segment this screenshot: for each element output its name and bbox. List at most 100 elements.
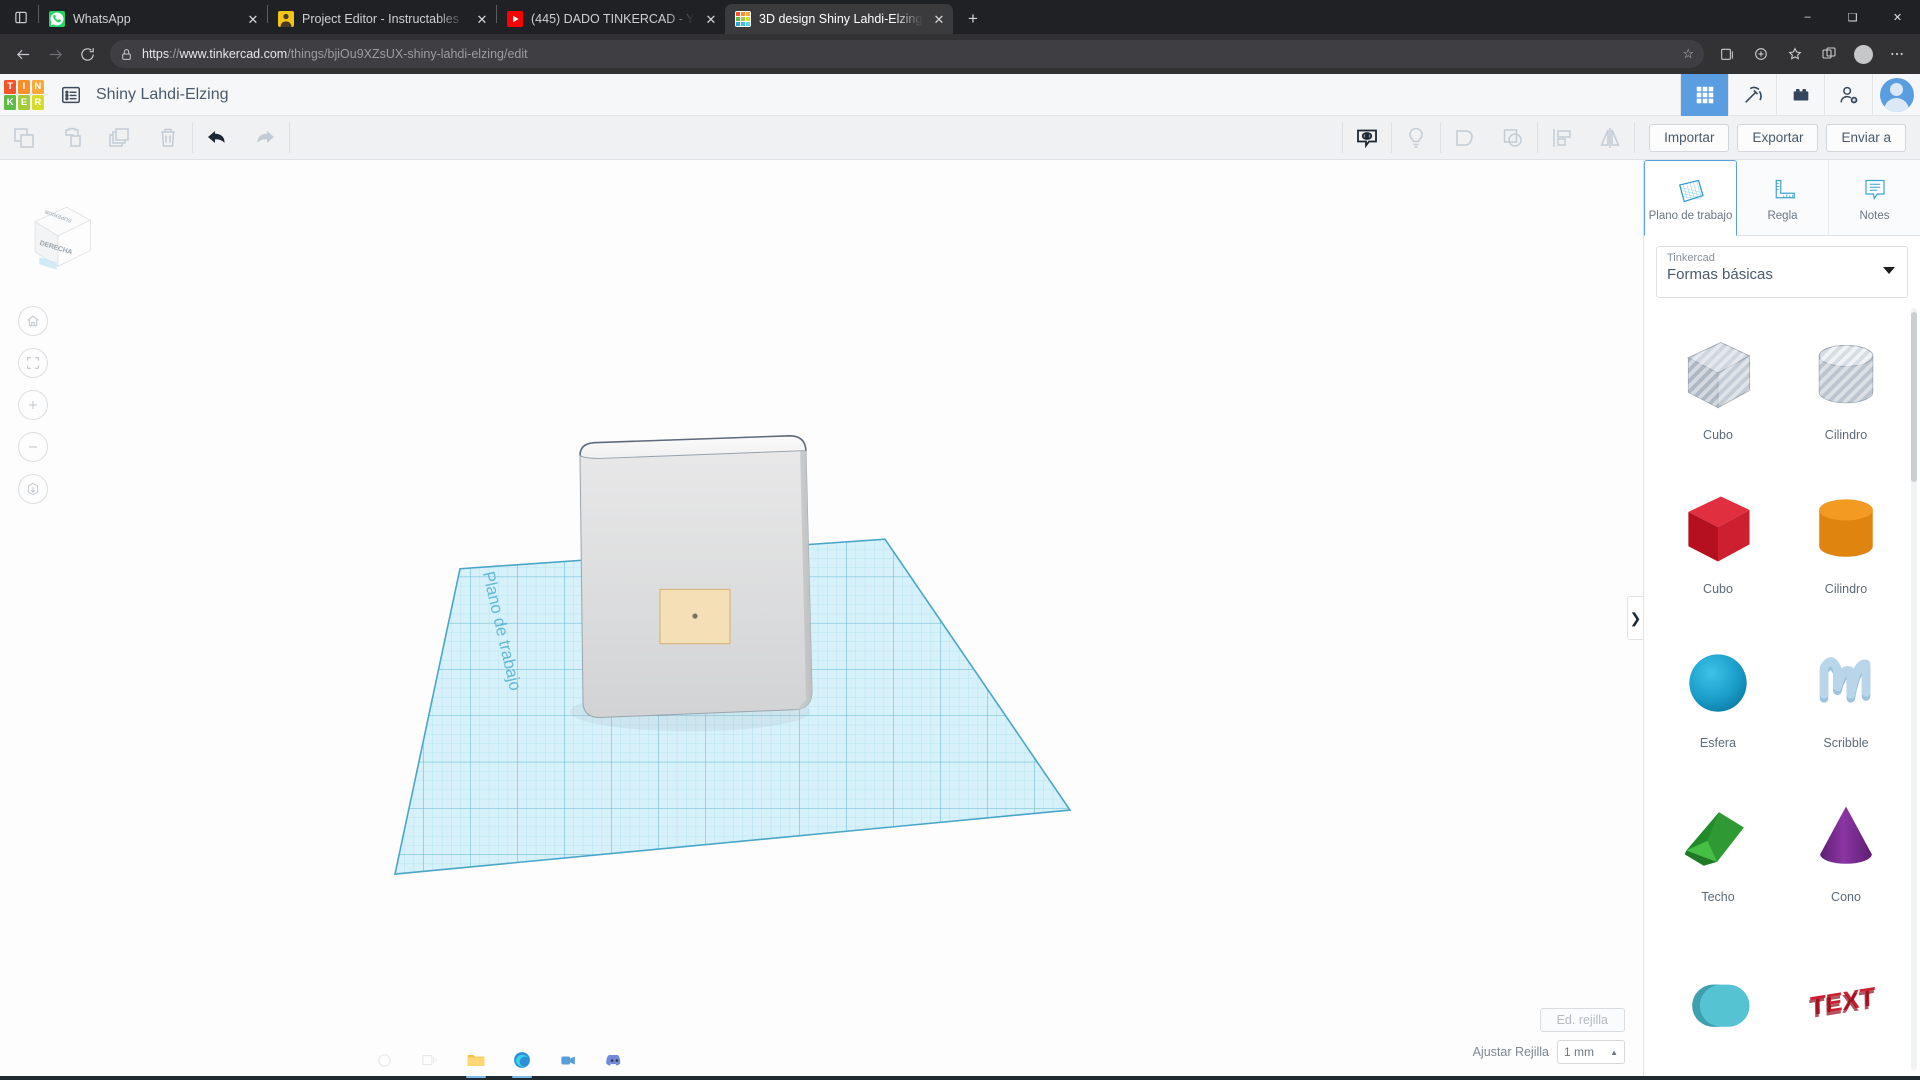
page-title[interactable]: Shiny Lahdi-Elzing [96, 86, 229, 104]
shape-library-select[interactable]: Tinkercad Formas básicas [1656, 246, 1908, 298]
shapes-panel: Plano de trabajo Regla Notes Tinkercad F… [1643, 160, 1920, 1076]
browser-tab-youtube[interactable]: (445) DADO TINKERCAD - YouTu ✕ [497, 4, 725, 34]
grid-edit-button[interactable]: Ed. rejilla [1539, 1008, 1625, 1032]
tab-close-icon[interactable]: ✕ [474, 11, 490, 27]
group-icon[interactable] [1489, 116, 1537, 159]
shape-icon[interactable] [1441, 116, 1489, 159]
teams-icon[interactable] [546, 1040, 590, 1080]
shape-library-value: Formas básicas [1667, 266, 1773, 283]
maximize-button[interactable]: ❑ [1830, 0, 1875, 34]
panel-collapse-handle[interactable]: ❯ [1627, 596, 1643, 640]
user-avatar[interactable] [1872, 73, 1920, 116]
chevron-up-icon: ▲ [1610, 1047, 1618, 1057]
lego-brick-icon[interactable] [1776, 73, 1824, 116]
pickaxe-icon[interactable] [1728, 73, 1776, 116]
browser-tab-instructables[interactable]: Project Editor - Instructables ✕ [268, 4, 496, 34]
workplane-icon [1678, 180, 1704, 203]
snap-grid-select[interactable]: 1 mm ▲ [1557, 1040, 1625, 1064]
logo-tile: I [17, 79, 31, 94]
collections-icon[interactable] [1712, 39, 1742, 69]
mirror-icon[interactable] [1586, 116, 1634, 159]
browser-essentials-icon[interactable] [1746, 39, 1776, 69]
shape-item-cubo[interactable]: Cubo [1654, 464, 1782, 614]
snap-grid-label: Ajustar Rejilla [1472, 1045, 1549, 1059]
tab-plano-de-trabajo[interactable]: Plano de trabajo [1644, 160, 1737, 236]
browser-tab-whatsapp[interactable]: WhatsApp ✕ [39, 4, 267, 34]
tab-close-icon[interactable]: ✕ [931, 11, 947, 27]
tab-regla[interactable]: Regla [1737, 160, 1829, 235]
roof-icon [1675, 791, 1761, 886]
duplicate-icon[interactable] [96, 116, 144, 159]
tab-close-icon[interactable]: ✕ [703, 11, 719, 27]
youtube-icon [507, 11, 523, 27]
back-arrow-icon[interactable] [8, 39, 38, 69]
tab-search-icon[interactable] [4, 0, 38, 34]
settings-more-icon[interactable] [1882, 39, 1912, 69]
3d-canvas[interactable]: DERECHA SUPERIOR Plano de trabajo Ed. re… [0, 160, 1643, 1076]
shape-list[interactable]: Cubo Cilindro Cubo Cilindro Esfera Scrib… [1644, 298, 1920, 1076]
align-icon[interactable] [1538, 116, 1586, 159]
favorites-icon[interactable] [1780, 39, 1810, 69]
copy-icon[interactable] [0, 116, 48, 159]
file-explorer-icon[interactable] [454, 1040, 498, 1080]
edge-browser-icon[interactable] [500, 1040, 544, 1080]
url-host: www.tinkercad.com [179, 47, 288, 61]
lightbulb-icon[interactable] [1392, 116, 1440, 159]
browser-tab-tinkercad[interactable]: 3D design Shiny Lahdi-Elzing | Ti ✕ [725, 4, 953, 34]
shape-item-cono[interactable]: Cono [1782, 772, 1910, 922]
profile-avatar[interactable] [1848, 39, 1878, 69]
workplane-scene: Plano de trabajo [0, 160, 1643, 1076]
logo-tile: N [31, 79, 44, 94]
shape-label: Scribble [1823, 735, 1869, 750]
project-menu-icon[interactable] [60, 84, 82, 106]
add-user-icon[interactable] [1824, 73, 1872, 116]
minimize-button[interactable]: – [1785, 0, 1830, 34]
import-button[interactable]: Importar [1649, 123, 1730, 152]
reload-icon[interactable] [72, 39, 102, 69]
send-to-button[interactable]: Enviar a [1826, 123, 1906, 152]
browser-toolbar-icons [1712, 39, 1912, 69]
tab-close-icon[interactable]: ✕ [245, 11, 261, 27]
discord-icon[interactable] [592, 1040, 636, 1080]
shape-label: Techo [1701, 889, 1735, 904]
shape-grid: Cubo Cilindro Cubo Cilindro Esfera Scrib… [1644, 310, 1920, 1076]
undo-icon[interactable] [193, 116, 241, 159]
shape-item-text[interactable]: TEXT TEXT [1782, 926, 1910, 1076]
url-input[interactable]: https://www.tinkercad.com/things/bjiOu9X… [110, 40, 1704, 68]
tab-title: Project Editor - Instructables [302, 12, 460, 26]
tinkercad-icon [735, 11, 751, 27]
panel-scrollbar-thumb[interactable] [1911, 312, 1917, 482]
shape-item-rounded-cylinder[interactable] [1654, 926, 1782, 1076]
redo-icon[interactable] [241, 116, 289, 159]
cortana-icon[interactable] [362, 1040, 406, 1080]
grid-controls: Ed. rejilla Ajustar Rejilla 1 mm ▲ [1473, 1008, 1625, 1064]
shape-item-scribble[interactable]: Scribble [1782, 618, 1910, 768]
close-window-button[interactable]: ✕ [1875, 0, 1920, 34]
logo-tile: T [4, 79, 17, 94]
snap-grid-row: Ajustar Rejilla 1 mm ▲ [1473, 1040, 1625, 1064]
bookmark-star-icon[interactable]: ☆ [1682, 46, 1694, 62]
tab-notes[interactable]: Notes [1829, 160, 1920, 235]
tinkercad-logo[interactable]: T I N K E R [4, 79, 44, 110]
ruler-icon [1775, 179, 1795, 199]
chevron-down-icon [1883, 267, 1895, 274]
delete-icon[interactable] [144, 116, 192, 159]
shape-item-cilindro[interactable]: Cilindro [1782, 464, 1910, 614]
split-screen-icon[interactable] [1814, 39, 1844, 69]
shape-item-techo[interactable]: Techo [1654, 772, 1782, 922]
export-button[interactable]: Exportar [1737, 123, 1819, 152]
shape-item-cubo-hole[interactable]: Cubo [1654, 310, 1782, 460]
task-view-icon[interactable] [408, 1040, 452, 1080]
shape-item-cilindro-hole[interactable]: Cilindro [1782, 310, 1910, 460]
shape-item-esfera[interactable]: Esfera [1654, 618, 1782, 768]
grid-view-icon[interactable] [1680, 73, 1728, 116]
cylinder-icon [1803, 483, 1889, 578]
sphere-icon [1675, 637, 1761, 732]
show-hide-icon[interactable] [1343, 116, 1391, 159]
paste-icon[interactable] [48, 116, 96, 159]
forward-arrow-icon[interactable] [40, 39, 70, 69]
hole-cylinder-icon [1803, 329, 1889, 424]
tab-title: (445) DADO TINKERCAD - YouTu [531, 12, 695, 26]
new-tab-button[interactable]: + [959, 5, 987, 33]
tab-strip: WhatsApp ✕ Project Editor - Instructable… [0, 0, 1920, 34]
